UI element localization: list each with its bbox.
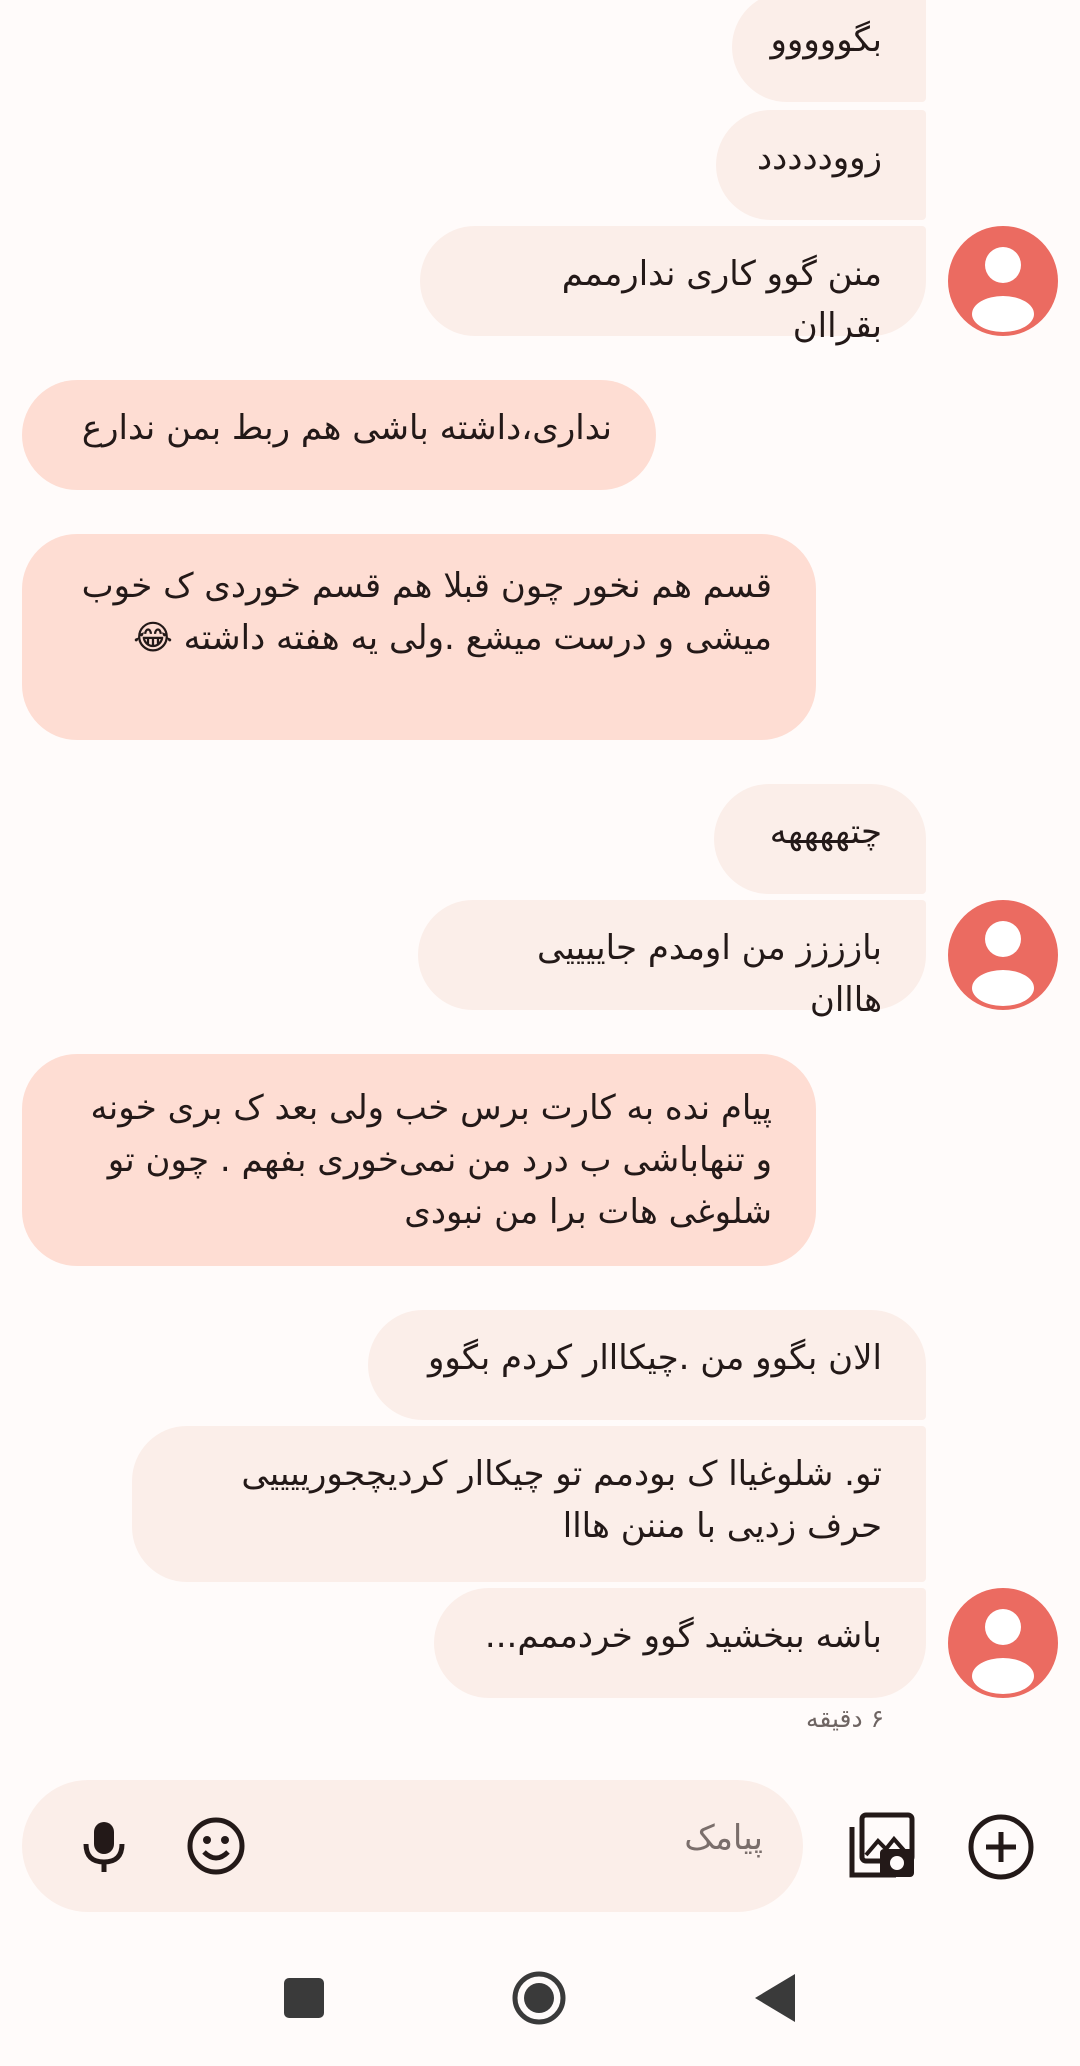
message-text: پیام نده به کارت برس خب ولی بعد ک بری خو… bbox=[90, 1088, 773, 1232]
message-bubble-incoming[interactable]: منن گوو کاری ندارممم بقراان bbox=[420, 226, 926, 346]
message-text: منن گوو کاری ندارممم بقراان bbox=[561, 254, 882, 346]
plus-circle-icon bbox=[968, 1814, 1034, 1880]
nav-home-button[interactable] bbox=[511, 1970, 567, 2026]
nav-recents-button[interactable] bbox=[284, 1978, 324, 2018]
message-text: بگووووو bbox=[770, 20, 882, 60]
person-icon bbox=[972, 247, 1034, 332]
contact-avatar[interactable] bbox=[948, 1588, 1058, 1698]
message-text: قسم هم نخور چون قبلا هم قسم خوردی ک خوب … bbox=[81, 566, 772, 658]
contact-avatar[interactable] bbox=[948, 226, 1058, 336]
person-icon bbox=[972, 921, 1034, 1006]
message-bubble-incoming[interactable]: چتههههه bbox=[714, 784, 926, 894]
add-attachment-button[interactable] bbox=[966, 1812, 1036, 1882]
message-text: باشه ببخشید گوو خردممم... bbox=[484, 1616, 882, 1656]
message-bubble-outgoing[interactable]: نداری،داشته باشی هم ربط بمن ندارع bbox=[22, 380, 656, 490]
person-icon bbox=[972, 1609, 1034, 1694]
emoji-button[interactable] bbox=[184, 1814, 248, 1878]
message-text: تو. شلوغیاا ک بودمم تو چیکاار کردیچجوریی… bbox=[241, 1454, 882, 1546]
message-text: چتههههه bbox=[769, 812, 882, 852]
emoji-icon bbox=[187, 1817, 245, 1875]
message-text: زووددددد bbox=[757, 138, 882, 178]
triangle-back-icon bbox=[755, 1974, 795, 2022]
circle-icon bbox=[512, 1971, 566, 2025]
message-text: الان بگوو من .چیکااار کردم بگوو bbox=[427, 1338, 882, 1378]
gallery-camera-icon bbox=[849, 1812, 915, 1878]
message-bubble-incoming[interactable]: باشه ببخشید گوو خردممم... bbox=[434, 1588, 926, 1698]
nav-back-button[interactable] bbox=[755, 1974, 795, 2022]
message-text: نداری،داشته باشی هم ربط بمن ندارع bbox=[81, 408, 612, 448]
mic-button[interactable] bbox=[72, 1814, 136, 1878]
message-bubble-incoming[interactable]: تو. شلوغیاا ک بودمم تو چیکاار کردیچجوریی… bbox=[132, 1426, 926, 1582]
message-bubble-incoming[interactable]: بگووووو bbox=[732, 0, 926, 102]
gallery-button[interactable] bbox=[848, 1811, 918, 1881]
microphone-icon bbox=[83, 1822, 125, 1872]
message-bubble-outgoing[interactable]: پیام نده به کارت برس خب ولی بعد ک بری خو… bbox=[22, 1054, 816, 1266]
message-bubble-incoming[interactable]: بازززز من اومدم جاییییی هااان bbox=[418, 900, 926, 1020]
message-timestamp: ۶ دقیقه bbox=[805, 1704, 884, 1733]
message-bubble-incoming[interactable]: الان بگوو من .چیکااار کردم بگوو bbox=[368, 1310, 926, 1420]
message-text: بازززز من اومدم جاییییی هااان bbox=[537, 928, 882, 1020]
message-bubble-outgoing[interactable]: قسم هم نخور چون قبلا هم قسم خوردی ک خوب … bbox=[22, 534, 816, 740]
message-input-placeholder: پیامک bbox=[684, 1818, 763, 1858]
square-icon bbox=[284, 1978, 324, 2018]
message-input[interactable]: پیامک bbox=[22, 1780, 803, 1912]
message-bubble-incoming[interactable]: زووددددد bbox=[716, 110, 926, 220]
contact-avatar[interactable] bbox=[948, 900, 1058, 1010]
